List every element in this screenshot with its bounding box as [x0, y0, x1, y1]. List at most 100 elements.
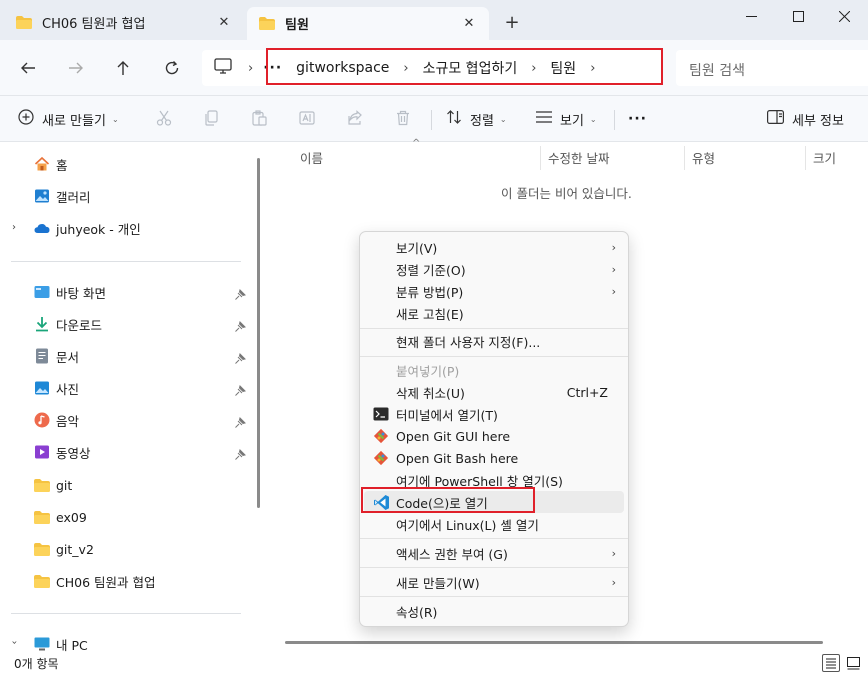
sort-ascending-icon: ^	[412, 138, 421, 149]
menu-item-open-linux-shell[interactable]: 여기에서 Linux(L) 셸 열기	[364, 513, 624, 535]
chevron-down-icon: ⌄	[589, 114, 597, 124]
cut-icon[interactable]	[154, 108, 174, 128]
minimize-button[interactable]	[740, 6, 762, 26]
sidebar-item-folder-git-v2[interactable]: git_v2	[34, 538, 94, 560]
sidebar-item-desktop[interactable]: 바탕 화면	[34, 281, 106, 303]
menu-item-label: 새로 고침(E)	[396, 306, 464, 322]
menu-item-refresh[interactable]: 새로 고침(E)	[364, 302, 624, 324]
menu-item-git-gui[interactable]: Open Git GUI here	[364, 425, 624, 447]
view-button[interactable]: 보기 ⌄	[536, 108, 597, 130]
details-view-button[interactable]	[822, 654, 840, 672]
folder-icon	[34, 477, 50, 493]
chevron-down-icon[interactable]: ›	[9, 641, 20, 645]
menu-item-open-terminal[interactable]: 터미널에서 열기(T)	[364, 403, 624, 425]
menu-item-new[interactable]: 새로 만들기(W) ›	[364, 571, 624, 593]
column-divider[interactable]	[540, 146, 541, 170]
close-icon[interactable]: ✕	[461, 16, 477, 31]
menu-item-label: 보기(V)	[396, 240, 438, 256]
pin-icon[interactable]	[234, 416, 246, 428]
computer-icon[interactable]	[214, 58, 232, 78]
column-header-name[interactable]: 이름	[300, 148, 323, 167]
pin-icon[interactable]	[234, 448, 246, 460]
sort-button[interactable]: 정렬 ⌄	[446, 108, 507, 130]
sidebar-item-downloads[interactable]: 다운로드	[34, 313, 102, 335]
column-header-date[interactable]: 수정한 날짜	[548, 148, 609, 167]
item-count: 0개 항목	[14, 657, 59, 671]
menu-item-git-bash[interactable]: Open Git Bash here	[364, 447, 624, 469]
sidebar-item-label: 사진	[56, 381, 80, 397]
desktop-icon	[34, 284, 50, 300]
toolbar-divider	[614, 110, 615, 130]
details-pane-button[interactable]: 세부 정보	[767, 108, 844, 130]
rename-icon[interactable]	[297, 108, 317, 128]
sidebar-item-folder-git[interactable]: git	[34, 474, 72, 496]
more-options-button[interactable]: ···	[628, 108, 647, 130]
column-divider[interactable]	[805, 146, 806, 170]
pin-icon[interactable]	[234, 320, 246, 332]
tab-label: 팀원	[285, 18, 309, 33]
tab-ch06[interactable]: CH06 팀원과 협업 ✕	[4, 7, 244, 37]
music-icon	[34, 412, 50, 428]
menu-item-label: 여기에서 Linux(L) 셸 열기	[396, 517, 539, 533]
sidebar-item-label: 문서	[56, 349, 80, 365]
git-icon	[372, 427, 390, 445]
download-icon	[34, 316, 50, 332]
refresh-button[interactable]	[160, 56, 184, 80]
menu-item-customize-folder[interactable]: 현재 폴더 사용자 지정(F)...	[364, 330, 624, 352]
new-button[interactable]: 새로 만들기 ⌄	[18, 108, 119, 130]
close-icon[interactable]: ✕	[216, 15, 232, 30]
pin-icon[interactable]	[234, 384, 246, 396]
sidebar-item-label: 다운로드	[56, 317, 103, 333]
maximize-button[interactable]	[787, 6, 809, 26]
sidebar-item-folder-ch06[interactable]: CH06 팀원과 협업	[34, 570, 155, 592]
menu-item-label: Open Git Bash here	[396, 450, 519, 466]
tiles-view-icon	[846, 656, 860, 669]
column-header-size[interactable]: 크기	[813, 148, 836, 167]
sidebar-item-gallery[interactable]: 갤러리	[34, 185, 91, 207]
back-button[interactable]	[16, 56, 40, 80]
search-box[interactable]: 팀원 검색	[676, 50, 868, 86]
sidebar-item-onedrive[interactable]: juhyeok - 개인	[34, 217, 141, 239]
sidebar-scrollbar[interactable]	[257, 158, 260, 508]
search-input[interactable]: 팀원 검색	[689, 60, 745, 80]
close-window-button[interactable]	[833, 6, 855, 26]
toolbar-divider	[431, 110, 432, 130]
column-divider[interactable]	[684, 146, 685, 170]
pin-icon[interactable]	[234, 352, 246, 364]
tiles-view-button[interactable]	[844, 654, 862, 672]
gallery-icon	[34, 188, 50, 204]
horizontal-scrollbar[interactable]	[285, 641, 823, 644]
menu-item-paste[interactable]: 붙여넣기(P)	[364, 359, 624, 381]
pin-icon[interactable]	[234, 288, 246, 300]
sidebar-item-label: 내 PC	[56, 637, 88, 653]
menu-item-give-access[interactable]: 액세스 권한 부여 (G) ›	[364, 542, 624, 564]
menu-item-view[interactable]: 보기(V) ›	[364, 236, 624, 258]
share-icon[interactable]	[345, 108, 365, 128]
menu-item-group-by[interactable]: 분류 방법(P) ›	[364, 280, 624, 302]
arrow-up-icon	[117, 61, 129, 75]
paste-icon[interactable]	[249, 108, 269, 128]
folder-icon	[16, 15, 32, 29]
menu-item-undo-delete[interactable]: 삭제 취소(U) Ctrl+Z	[364, 381, 624, 403]
breadcrumb-separator[interactable]: ›	[248, 61, 253, 76]
sidebar-divider	[11, 261, 241, 262]
sidebar-item-music[interactable]: 음악	[34, 409, 79, 431]
up-button[interactable]	[111, 56, 135, 80]
sidebar-item-label: 바탕 화면	[56, 285, 106, 301]
new-tab-button[interactable]: +	[501, 12, 523, 33]
details-view-icon	[826, 658, 836, 669]
menu-item-sort-by[interactable]: 정렬 기준(O) ›	[364, 258, 624, 280]
sidebar-item-videos[interactable]: 동영상	[34, 441, 91, 463]
chevron-right-icon[interactable]: ›	[12, 222, 16, 233]
tab-team[interactable]: 팀원 ✕	[247, 7, 489, 40]
delete-icon[interactable]	[393, 108, 413, 128]
forward-button[interactable]	[64, 56, 88, 80]
sidebar-item-documents[interactable]: 문서	[34, 345, 79, 367]
sidebar-item-folder-ex09[interactable]: ex09	[34, 506, 87, 528]
sidebar-item-pictures[interactable]: 사진	[34, 377, 79, 399]
empty-folder-message: 이 폴더는 비어 있습니다.	[501, 186, 632, 201]
copy-icon[interactable]	[201, 108, 221, 128]
sidebar-item-home[interactable]: 홈	[34, 153, 68, 175]
menu-item-properties[interactable]: 속성(R)	[364, 600, 624, 622]
column-header-type[interactable]: 유형	[692, 148, 715, 167]
